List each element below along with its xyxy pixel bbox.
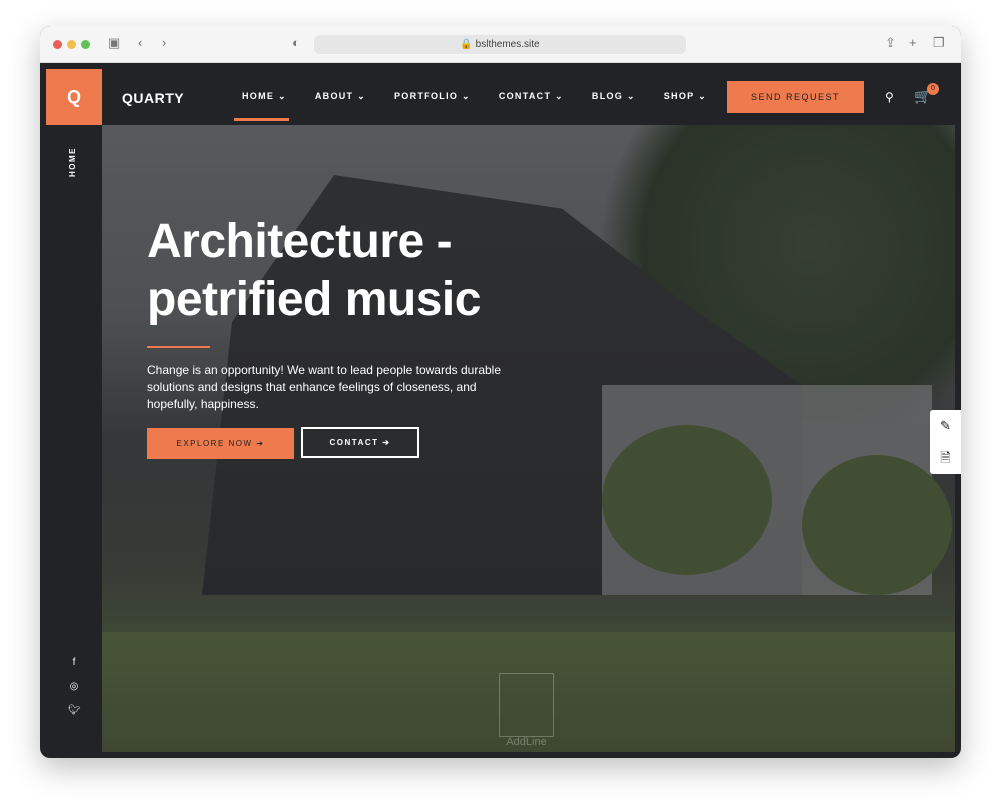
title-underline bbox=[147, 346, 210, 348]
site-header: Q QUARTY HOME ⌄ ABOUT ⌄ PORTFOLIO ⌄ CONT… bbox=[40, 63, 961, 125]
active-indicator bbox=[234, 118, 289, 121]
edit-document-icon[interactable]: ✎ bbox=[930, 410, 961, 442]
menu-item-blog[interactable]: BLOG ⌄ bbox=[592, 91, 636, 102]
new-tab-icon[interactable]: + bbox=[909, 35, 917, 50]
browser-window: ▣ ‹ › ◐ 🔒 bslthemes.site ⇪ + ❐ Q QUARTY … bbox=[40, 26, 961, 758]
tabs-overview-icon[interactable]: ❐ bbox=[933, 35, 945, 51]
cart-count-badge: 0 bbox=[927, 83, 939, 95]
close-window-button[interactable] bbox=[53, 40, 62, 49]
watermark: AddLine bbox=[499, 673, 554, 748]
twitter-icon[interactable]: 🐦︎ bbox=[68, 705, 81, 716]
address-bar[interactable]: 🔒 bslthemes.site bbox=[314, 35, 686, 54]
menu-item-shop[interactable]: SHOP ⌄ bbox=[664, 91, 707, 102]
log-file-icon[interactable]: 🗎 bbox=[930, 442, 961, 474]
forward-icon[interactable]: › bbox=[162, 35, 166, 50]
send-request-button[interactable]: SEND REQUEST bbox=[727, 81, 864, 113]
menu-label: HOME ⌄ bbox=[242, 91, 287, 101]
left-sidebar: HOME f ◎ 🐦︎ bbox=[46, 125, 102, 752]
share-icon[interactable]: ⇪ bbox=[885, 35, 896, 51]
brand-name[interactable]: QUARTY bbox=[122, 90, 184, 106]
hero-title-line2: petrified music bbox=[147, 273, 481, 326]
menu-item-contact[interactable]: CONTACT ⌄ bbox=[499, 91, 564, 102]
hero-title-line1: Architecture - bbox=[147, 215, 453, 268]
back-icon[interactable]: ‹ bbox=[138, 35, 142, 50]
hero-title: Architecture - petrified music bbox=[147, 213, 481, 329]
maximize-window-button[interactable] bbox=[81, 40, 90, 49]
watermark-text: AddLine bbox=[506, 736, 547, 748]
explore-now-button[interactable]: EXPLORE NOW ➔ bbox=[147, 428, 294, 459]
menu-item-home[interactable]: HOME ⌄ bbox=[234, 91, 289, 121]
main-menu: HOME ⌄ ABOUT ⌄ PORTFOLIO ⌄ CONTACT ⌄ BLO… bbox=[234, 91, 735, 121]
url-text: bslthemes.site bbox=[475, 39, 540, 50]
facebook-icon[interactable]: f bbox=[68, 657, 80, 668]
floating-tools: ✎ 🗎 bbox=[930, 410, 961, 474]
hero-description: Change is an opportunity! We want to lea… bbox=[147, 363, 502, 411]
browser-toolbar: ▣ ‹ › ◐ 🔒 bslthemes.site ⇪ + ❐ bbox=[40, 26, 961, 63]
shield-icon[interactable]: ◐ bbox=[292, 35, 300, 50]
search-icon[interactable]: ⚲ bbox=[885, 90, 894, 104]
contact-button[interactable]: CONTACT ➔ bbox=[301, 427, 419, 458]
sidebar-toggle-icon[interactable]: ▣ bbox=[108, 35, 120, 51]
minimize-window-button[interactable] bbox=[67, 40, 76, 49]
instagram-icon[interactable]: ◎ bbox=[68, 681, 80, 692]
logo-badge[interactable]: Q bbox=[46, 69, 102, 125]
menu-item-about[interactable]: ABOUT ⌄ bbox=[315, 91, 366, 102]
page-label: HOME bbox=[68, 147, 77, 177]
menu-item-portfolio[interactable]: PORTFOLIO ⌄ bbox=[394, 91, 471, 102]
